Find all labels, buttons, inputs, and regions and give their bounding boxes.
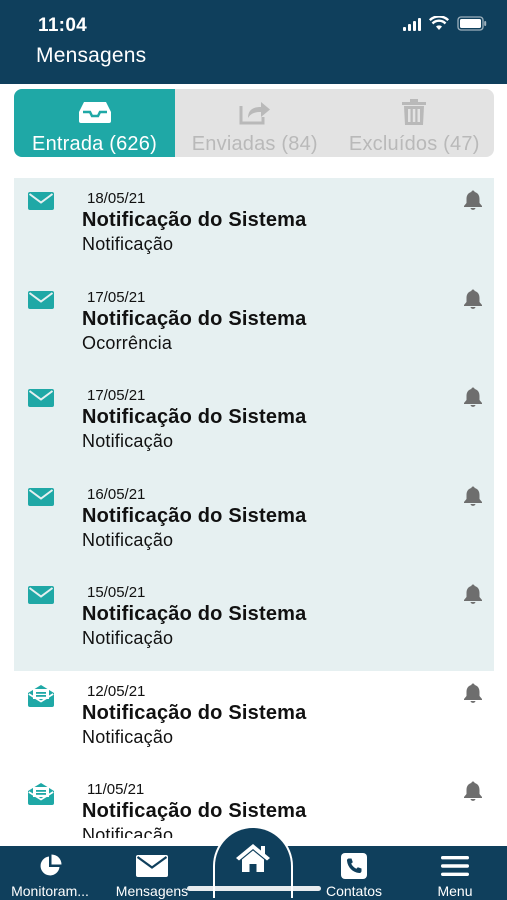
message-title: Notificação do Sistema <box>82 603 307 625</box>
message-item[interactable]: 18/05/21 Notificação do Sistema Notifica… <box>14 178 494 277</box>
message-tabs: Entrada (626) Enviadas (84) Excluídos (4… <box>14 89 494 157</box>
message-subtitle: Notificação <box>82 825 174 838</box>
battery-icon <box>457 16 487 31</box>
message-subtitle: Notificação <box>82 726 174 747</box>
signal-icon <box>403 17 421 31</box>
hamburger-menu-icon <box>441 853 469 879</box>
nav-monitoring[interactable]: Monitoram... <box>0 846 100 900</box>
tab-sent[interactable]: Enviadas (84) <box>175 89 335 157</box>
envelope-icon <box>28 192 54 215</box>
tab-inbox[interactable]: Entrada (626) <box>14 89 175 157</box>
message-list: 18/05/21 Notificação do Sistema Notifica… <box>14 178 494 838</box>
bell-icon[interactable] <box>462 386 484 413</box>
envelope-icon <box>28 586 54 609</box>
message-item[interactable]: 17/05/21 Notificação do Sistema Ocorrênc… <box>14 276 494 375</box>
phone-icon <box>341 853 367 879</box>
status-icons <box>403 16 487 31</box>
message-item[interactable]: 12/05/21 Notificação do Sistema Notifica… <box>14 671 494 770</box>
tab-deleted[interactable]: Excluídos (47) <box>335 89 495 157</box>
bell-icon[interactable] <box>462 485 484 512</box>
pie-chart-icon <box>38 853 62 879</box>
home-indicator <box>187 886 321 891</box>
message-item[interactable]: 17/05/21 Notificação do Sistema Notifica… <box>14 375 494 474</box>
message-title: Notificação do Sistema <box>82 307 307 330</box>
message-subtitle: Notificação <box>82 628 174 648</box>
nav-monitoring-label: Monitoram... <box>11 883 89 899</box>
message-subtitle: Notificação <box>82 234 174 254</box>
message-date: 16/05/21 <box>87 485 146 503</box>
nav-menu[interactable]: Menu <box>410 846 500 900</box>
page-title: Mensagens <box>36 44 147 67</box>
envelope-open-icon <box>28 684 54 712</box>
envelope-open-icon <box>28 783 54 810</box>
message-subtitle: Ocorrência <box>82 332 173 353</box>
message-date: 15/05/21 <box>87 584 146 601</box>
message-date: 17/05/21 <box>87 288 146 306</box>
message-title: Notificação do Sistema <box>82 504 307 527</box>
message-item[interactable]: 15/05/21 Notificação do Sistema Notifica… <box>14 572 494 671</box>
bell-icon[interactable] <box>462 780 484 807</box>
message-date: 12/05/21 <box>87 682 146 700</box>
envelope-icon <box>136 853 168 879</box>
wifi-icon <box>429 16 449 31</box>
tab-inbox-label: Entrada (626) <box>32 133 157 155</box>
trash-icon <box>399 97 429 127</box>
share-icon <box>237 97 273 127</box>
inbox-icon <box>77 97 113 127</box>
envelope-icon <box>28 389 54 412</box>
bell-icon[interactable] <box>462 288 484 315</box>
message-title: Notificação do Sistema <box>82 701 307 724</box>
bell-icon[interactable] <box>462 682 484 709</box>
message-title: Notificação do Sistema <box>82 800 307 822</box>
nav-contacts[interactable]: Contatos <box>306 846 402 900</box>
message-title: Notificação do Sistema <box>82 406 307 428</box>
envelope-icon <box>28 290 54 314</box>
message-date: 17/05/21 <box>87 387 146 404</box>
nav-menu-label: Menu <box>437 883 473 899</box>
nav-messages-label: Mensagens <box>115 883 189 899</box>
envelope-icon <box>28 487 54 511</box>
message-date: 11/05/21 <box>87 781 145 798</box>
message-date: 18/05/21 <box>87 190 146 207</box>
status-time: 11:04 <box>38 15 88 36</box>
tab-sent-label: Enviadas (84) <box>191 133 318 155</box>
bell-icon[interactable] <box>462 189 484 216</box>
app-header: 11:04 Mensagens <box>0 0 507 84</box>
message-subtitle: Notificação <box>82 431 174 451</box>
tab-deleted-label: Excluídos (47) <box>348 133 480 155</box>
message-item[interactable]: 16/05/21 Notificação do Sistema Notifica… <box>14 473 494 572</box>
message-subtitle: Notificação <box>82 529 174 550</box>
message-title: Notificação do Sistema <box>82 209 307 231</box>
nav-messages[interactable]: Mensagens <box>104 846 200 900</box>
nav-contacts-label: Contatos <box>325 883 383 899</box>
bell-icon[interactable] <box>462 583 484 610</box>
